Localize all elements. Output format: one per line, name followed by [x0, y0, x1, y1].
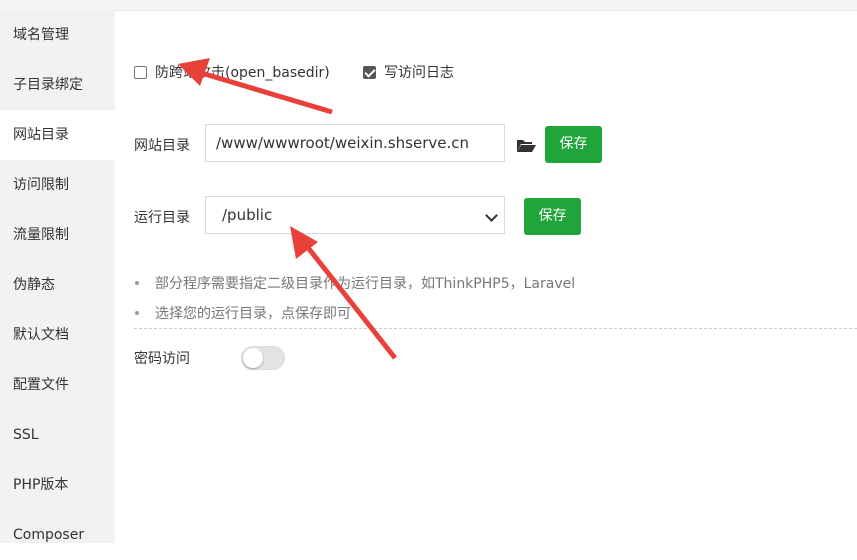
run-dir-select[interactable]: /public	[205, 196, 505, 234]
main-panel: 防跨站攻击(open_basedir) 写访问日志 网站目录 /www/wwwr…	[115, 10, 857, 543]
sidebar-item-subdir[interactable]: 子目录绑定	[0, 60, 115, 110]
sidebar-item-default-doc[interactable]: 默认文档	[0, 310, 115, 360]
site-dir-label: 网站目录	[134, 138, 190, 154]
sidebar-item-ssl[interactable]: SSL	[0, 410, 115, 460]
password-access-label: 密码访问	[134, 351, 190, 367]
sidebar-item-domain[interactable]: 域名管理	[0, 10, 115, 60]
sidebar-nav: 域名管理 子目录绑定 网站目录 访问限制 流量限制 伪静态 默认文档 配置文件 …	[0, 10, 115, 543]
open-basedir-checkbox[interactable]	[134, 65, 147, 79]
tip-item: 选择您的运行目录，点保存即可	[135, 303, 351, 323]
access-log-option[interactable]: 写访问日志	[363, 62, 454, 82]
open-basedir-label: 防跨站攻击(open_basedir)	[155, 65, 330, 81]
toggle-knob	[243, 348, 263, 368]
password-access-toggle[interactable]	[241, 346, 285, 370]
sidebar-item-php-version[interactable]: PHP版本	[0, 460, 115, 510]
chevron-down-icon	[485, 209, 498, 222]
run-dir-save-button[interactable]: 保存	[524, 198, 581, 235]
open-basedir-option[interactable]: 防跨站攻击(open_basedir)	[134, 62, 330, 82]
site-dir-input[interactable]: /www/wwwroot/weixin.shserve.cn	[205, 124, 505, 162]
sidebar-item-site-dir[interactable]: 网站目录	[0, 110, 115, 160]
section-divider	[134, 328, 857, 329]
sidebar-item-traffic-limit[interactable]: 流量限制	[0, 210, 115, 260]
access-log-label: 写访问日志	[384, 65, 454, 81]
sidebar-item-rewrite[interactable]: 伪静态	[0, 260, 115, 310]
sidebar-item-config-file[interactable]: 配置文件	[0, 360, 115, 410]
tip-item: 部分程序需要指定二级目录作为运行目录，如ThinkPHP5，Laravel	[134, 273, 575, 293]
run-dir-label: 运行目录	[134, 210, 190, 226]
folder-open-icon[interactable]	[516, 138, 537, 153]
sidebar-item-composer[interactable]: Composer	[0, 510, 115, 560]
sidebar-item-access-limit[interactable]: 访问限制	[0, 160, 115, 210]
site-dir-save-button[interactable]: 保存	[545, 126, 602, 163]
access-log-checkbox[interactable]	[363, 65, 376, 79]
run-dir-selected-value: /public	[222, 206, 273, 224]
